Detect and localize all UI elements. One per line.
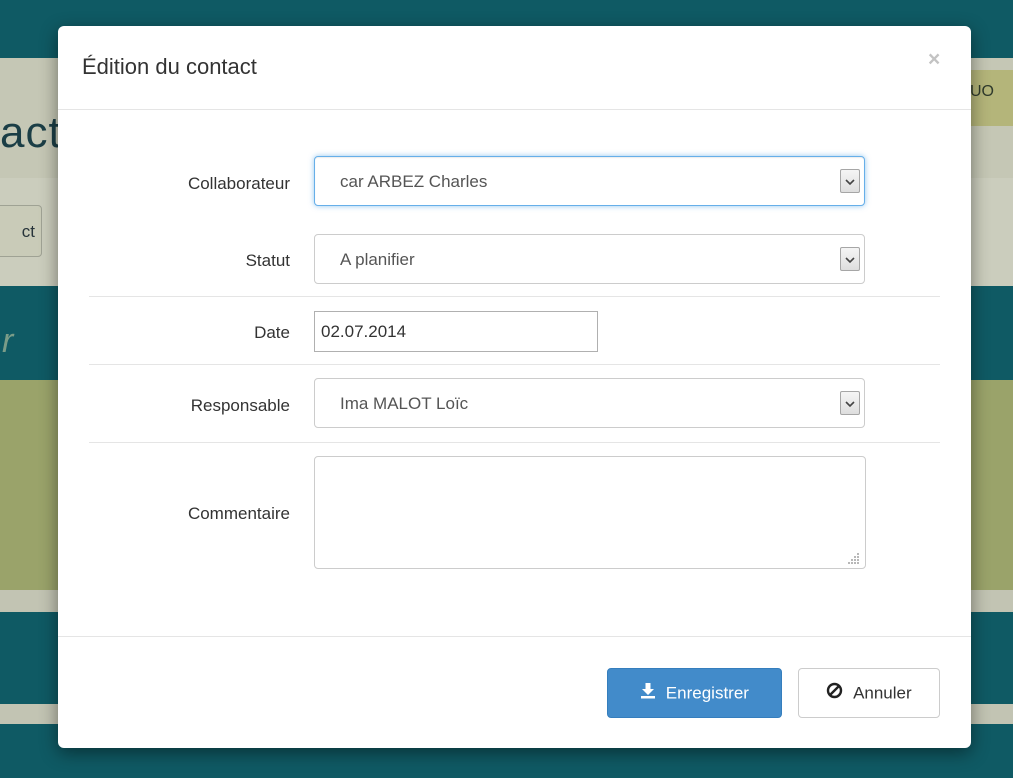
chevron-down-icon[interactable] [840,169,860,193]
background-heading: r [2,322,14,360]
chevron-down-icon[interactable] [840,247,860,271]
form-divider [89,364,940,365]
collaborateur-select[interactable]: car ARBEZ Charles [314,156,865,206]
background-button: ct [0,205,42,257]
modal-header: Édition du contact × [58,26,971,110]
background-page-title: act [0,108,62,157]
responsable-select[interactable]: Ima MALOT Loïc [314,378,865,428]
date-label: Date [254,323,290,342]
background-button-label: ct [21,222,35,241]
edit-contact-modal: Édition du contact × Collaborateur car A… [58,26,971,748]
modal-title: Édition du contact [82,54,257,79]
modal-footer: Enregistrer Annuler [58,636,971,748]
form-divider [89,296,940,297]
statut-value: A planifier [340,250,415,269]
save-button[interactable]: Enregistrer [607,668,782,718]
responsable-label: Responsable [190,396,290,415]
cancel-button[interactable]: Annuler [798,668,940,718]
chevron-down-icon[interactable] [840,391,860,415]
resize-grip-icon[interactable] [848,552,862,566]
ban-icon [826,670,843,718]
collaborateur-label: Collaborateur [187,174,290,193]
statut-select[interactable]: A planifier [314,234,865,284]
form-divider [89,442,940,443]
save-button-label: Enregistrer [665,683,749,703]
download-icon [640,670,656,718]
responsable-value: Ima MALOT Loïc [340,394,469,413]
date-input[interactable] [314,311,598,352]
commentaire-label: Commentaire [187,504,290,523]
cancel-button-label: Annuler [853,683,912,703]
statut-label: Statut [245,251,290,270]
close-icon[interactable]: × [928,48,940,72]
commentaire-textarea[interactable] [314,456,866,569]
collaborateur-value: car ARBEZ Charles [340,172,488,191]
background-tag-text: UO [970,83,994,100]
